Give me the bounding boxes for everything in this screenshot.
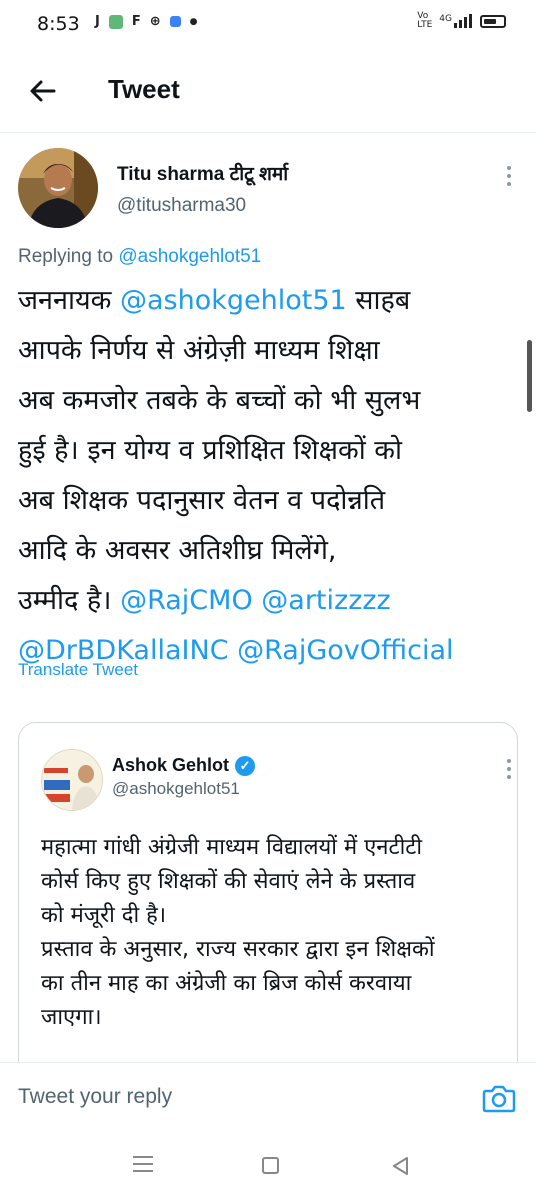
tweet-line: उम्मीद है। @RajCMO @artizzzz: [18, 576, 518, 626]
battery-icon: [480, 14, 506, 28]
quoted-more-options-icon[interactable]: [501, 759, 517, 779]
tweet-line: आपके निर्णय से अंग्रेज़ी माध्यम शिक्षा: [18, 335, 380, 366]
tweet-text: जननायक @ashokgehlot51 साहब आपके निर्णय स…: [18, 276, 518, 676]
replying-label: Replying to: [18, 246, 114, 267]
page-title: Tweet: [108, 74, 180, 104]
status-right: Vo LTE 4G: [417, 12, 506, 30]
f-app-icon: F: [131, 14, 141, 29]
quoted-author-handle[interactable]: @ashokgehlot51: [112, 779, 240, 799]
quoted-tweet-text: महात्मा गांधी अंग्रेजी माध्यम विद्यालयों…: [41, 831, 511, 1035]
replying-to: Replying to @ashokgehlot51: [18, 246, 261, 268]
home-icon[interactable]: [262, 1157, 279, 1174]
quoted-line: को मंजूरी दी है।: [41, 903, 167, 928]
tweet-line: हुई है। इन योग्य व प्रशिक्षित शिक्षकों क…: [18, 435, 403, 466]
quoted-line: का तीन माह का अंग्रेजी का ब्रिज कोर्स कर…: [41, 971, 412, 996]
ball-icon: ⊕: [149, 14, 161, 29]
status-bar: 8:53 J F ⊕ ● Vo LTE 4G: [0, 0, 536, 48]
notification-icons: J F ⊕ ●: [95, 14, 198, 29]
quoted-line: जाएगा।: [41, 1005, 102, 1030]
quoted-line: कोर्स किए हुए शिक्षकों की सेवाएं लेने के…: [41, 869, 416, 894]
author-handle[interactable]: @titusharma30: [117, 195, 246, 217]
quoted-tweet[interactable]: Ashok Gehlot ✓ @ashokgehlot51 महात्मा गा…: [18, 722, 518, 1082]
reply-input[interactable]: Tweet your reply: [18, 1085, 172, 1109]
volte-icon: Vo LTE: [417, 11, 433, 30]
scrollbar[interactable]: [527, 340, 532, 412]
system-navigation-bar: [0, 1132, 536, 1200]
author-avatar[interactable]: [18, 148, 98, 228]
tweet-line-text: साहब: [346, 285, 411, 316]
top-app-bar: Tweet: [0, 48, 536, 133]
camera-icon[interactable]: [482, 1083, 516, 1113]
network-type: 4G: [439, 14, 452, 24]
reply-composer[interactable]: Tweet your reply: [0, 1062, 536, 1133]
quoted-line: महात्मा गांधी अंग्रेजी माध्यम विद्यालयों…: [41, 835, 423, 860]
quoted-author-name-row[interactable]: Ashok Gehlot ✓: [112, 755, 256, 776]
replying-handle-link[interactable]: @ashokgehlot51: [118, 246, 261, 267]
more-options-icon[interactable]: [500, 166, 518, 186]
tweet-line: अब शिक्षक पदानुसार वेतन व पदोन्नति: [18, 485, 386, 516]
back-arrow-icon[interactable]: [28, 76, 58, 106]
app-icon-2: [169, 16, 181, 27]
author-name[interactable]: Titu sharma टीटू शर्मा: [117, 160, 288, 186]
recent-apps-icon[interactable]: [133, 1156, 153, 1177]
signal-icon: 4G: [439, 14, 472, 28]
back-triangle-icon[interactable]: [391, 1156, 409, 1176]
tweet-line: अब कमजोर तबके के बच्चों को भी सुलभ: [18, 385, 421, 416]
quoted-author-name[interactable]: Ashok Gehlot: [112, 755, 229, 776]
quoted-line: प्रस्ताव के अनुसार, राज्य सरकार द्वारा इ…: [41, 937, 435, 962]
quoted-author-avatar[interactable]: [41, 749, 103, 811]
status-time: 8:53: [37, 13, 80, 35]
verified-badge-icon: ✓: [235, 755, 256, 776]
tweet-line-text: जननायक: [18, 285, 120, 316]
translate-tweet-link[interactable]: Translate Tweet: [18, 660, 138, 680]
j-app-icon: J: [95, 14, 100, 29]
tweet-line: जननायक @ashokgehlot51 साहब: [18, 276, 518, 326]
mention-link[interactable]: @ashokgehlot51: [120, 285, 347, 316]
tweet-line-text: उम्मीद है।: [18, 585, 121, 616]
tweet-line: आदि के अवसर अतिशीघ्र मिलेंगे,: [18, 535, 337, 566]
mention-link[interactable]: @RajCMO @artizzzz: [120, 585, 391, 616]
dot-icon: ●: [189, 16, 198, 27]
app-icon: [108, 14, 123, 29]
